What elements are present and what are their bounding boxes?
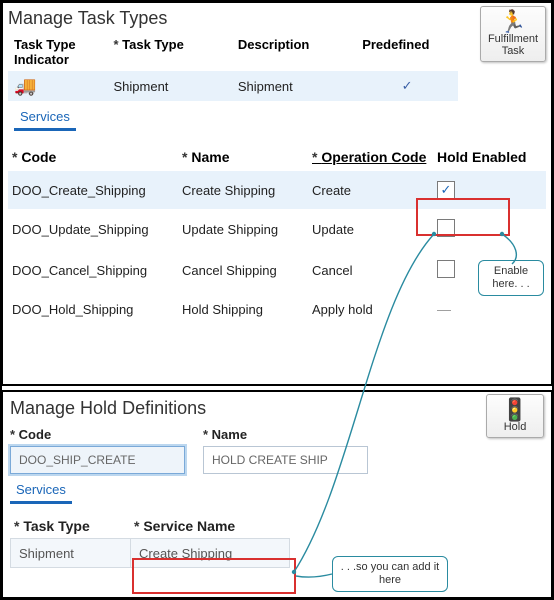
service-row[interactable]: DOO_Hold_Shipping Hold Shipping Apply ho… [8,291,546,327]
th-tasktype2: Task Type [23,518,89,534]
svc-code: DOO_Hold_Shipping [12,302,182,317]
th-servicename: Service Name [143,518,235,534]
svc-op: Update [312,222,437,237]
label-name: Name [212,427,247,442]
th-name: Name [191,149,229,165]
th-tasktype: * Task Type [107,33,231,71]
th-indicator: Task Type Indicator [8,33,107,71]
fulfillment-task-badge: 🏃 Fulfillment Task [480,6,546,62]
svc-name: Cancel Shipping [182,263,312,278]
svc-code: DOO_Create_Shipping [12,183,182,198]
badge-label: Fulfillment [483,33,543,45]
hold-tasktype-cell[interactable]: Shipment [10,538,130,568]
hold-enabled-checkbox[interactable] [437,219,455,237]
task-type-value: Shipment [107,71,231,101]
callout-enable-here: Enable here. . . [478,260,544,296]
task-type-summary-table: Task Type Indicator * Task Type Descript… [8,33,458,101]
page-title-bottom: Manage Hold Definitions [10,398,544,419]
hold-badge: 🚦 Hold [486,394,544,438]
tab-services[interactable]: Services [14,107,76,131]
services-header: * Code * Name * Operation Code Hold Enab… [8,145,546,171]
svc-name: Update Shipping [182,222,312,237]
truck-icon: 🚚 [8,71,107,101]
hold-service-row[interactable]: Shipment Create Shipping [10,538,544,568]
service-row[interactable]: DOO_Update_Shipping Update Shipping Upda… [8,209,546,250]
th-code: Code [21,149,56,165]
svc-code: DOO_Update_Shipping [12,222,182,237]
service-row[interactable]: DOO_Cancel_Shipping Cancel Shipping Canc… [8,250,546,291]
th-hold: Hold Enabled [437,149,526,165]
th-predefined: Predefined [356,33,458,71]
th-op[interactable]: Operation Code [321,149,426,165]
svc-op: Create [312,183,437,198]
callout-add-here: . . .so you can add it here [332,556,448,592]
running-person-icon: 🏃 [483,11,543,33]
tab-services-bottom[interactable]: Services [10,480,72,504]
hold-enabled-na: — [437,301,453,317]
page-title-top: Manage Task Types [8,8,546,29]
label-code: Code [19,427,52,442]
svc-code: DOO_Cancel_Shipping [12,263,182,278]
hold-servicename-cell[interactable]: Create Shipping [130,538,290,568]
task-type-row[interactable]: 🚚 Shipment Shipment ✓ [8,71,458,101]
task-type-description: Shipment [232,71,356,101]
svc-name: Hold Shipping [182,302,312,317]
predefined-check-icon: ✓ [356,71,458,101]
svc-op: Cancel [312,263,437,278]
hold-enabled-checkbox[interactable] [437,260,455,278]
service-row[interactable]: DOO_Create_Shipping Create Shipping Crea… [8,171,546,209]
hold-enabled-checkbox[interactable]: ✓ [437,181,455,199]
hold-services-header: * Task Type * Service Name [10,518,544,538]
svc-op: Apply hold [312,302,437,317]
manage-task-types-panel: Manage Task Types Task Type Indicator * … [2,2,552,382]
badge-label: Task [483,45,543,57]
code-input[interactable] [10,446,185,474]
panel-separator [2,384,552,392]
badge-label: Hold [489,421,541,433]
name-input[interactable] [203,446,368,474]
manage-hold-definitions-panel: Manage Hold Definitions * Code * Name Se… [2,392,552,598]
svc-name: Create Shipping [182,183,312,198]
traffic-light-icon: 🚦 [489,399,541,421]
th-description: Description [232,33,356,71]
